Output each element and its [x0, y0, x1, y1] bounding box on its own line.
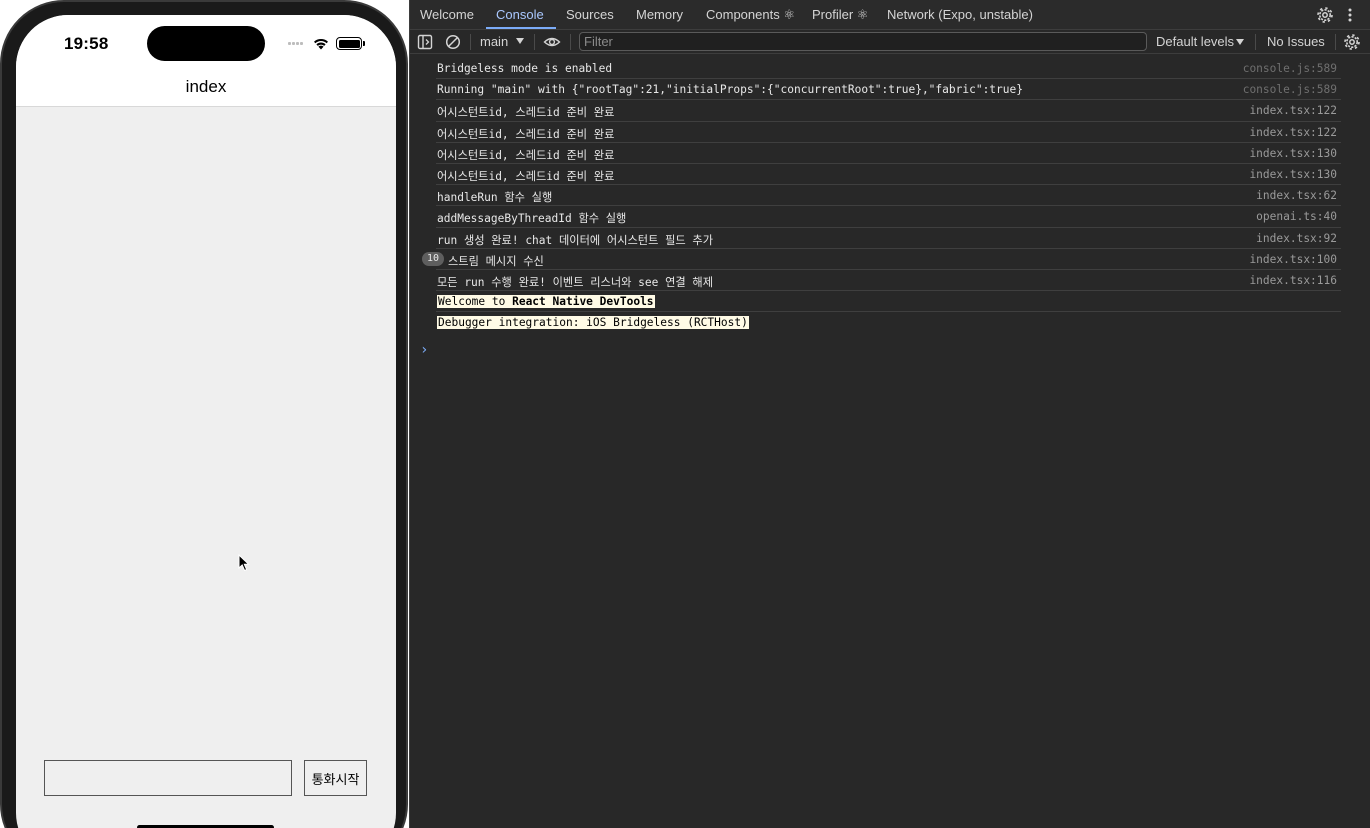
console-log-row: Welcome to React Native DevTools	[436, 291, 1341, 313]
console-prompt-chevron-icon[interactable]: ›	[420, 342, 428, 358]
toolbar-separator	[470, 34, 471, 50]
screen-title: index	[185, 77, 227, 96]
toolbar-separator	[570, 34, 571, 50]
console-log-row: Debugger integration: iOS Bridgeless (RC…	[436, 312, 1341, 333]
start-call-button[interactable]: 통화시작	[304, 760, 367, 796]
active-tab-indicator	[486, 27, 556, 29]
log-source-link[interactable]: index.tsx:92	[1256, 232, 1337, 245]
log-message: Running "main" with {"rootTag":21,"initi…	[437, 83, 1023, 97]
status-icons	[286, 35, 376, 53]
devtools-tabbar: Welcome Console Sources Memory Component…	[410, 0, 1370, 30]
log-source-link[interactable]: openai.ts:40	[1256, 210, 1337, 223]
log-source-link[interactable]: index.tsx:130	[1249, 168, 1337, 181]
tab-memory[interactable]: Memory	[636, 0, 683, 30]
log-source-link[interactable]: console.js:589	[1243, 83, 1337, 96]
chevron-down-icon	[1236, 39, 1244, 45]
settings-gear-icon[interactable]	[1316, 6, 1334, 24]
console-log-row: 어시스턴트id, 스레드id 준비 완료 index.tsx:122	[436, 100, 1341, 122]
console-log-row: addMessageByThreadId 함수 실행 openai.ts:40	[436, 206, 1341, 228]
tab-sources[interactable]: Sources	[566, 0, 614, 30]
devtools-panel: Welcome Console Sources Memory Component…	[409, 0, 1370, 828]
log-message: handleRun 함수 실행	[437, 191, 553, 205]
log-source-link[interactable]: index.tsx:116	[1249, 274, 1337, 287]
log-levels-dropdown[interactable]: Default levels	[1156, 30, 1234, 54]
toolbar-separator	[1335, 34, 1336, 50]
context-selector[interactable]: main	[480, 30, 508, 54]
debugger-integration-message: Debugger integration: iOS Bridgeless (RC…	[437, 316, 749, 330]
log-message: 스트림 메시지 수신	[448, 254, 544, 268]
log-source-link[interactable]: index.tsx:62	[1256, 189, 1337, 202]
console-log-row: Bridgeless mode is enabled console.js:58…	[436, 58, 1341, 80]
status-bar: 19:58	[16, 15, 396, 71]
live-expression-eye-icon[interactable]	[543, 33, 561, 51]
repeat-count-badge: 10	[422, 251, 444, 266]
wifi-icon	[314, 38, 328, 50]
log-source-link[interactable]: index.tsx:122	[1249, 104, 1337, 117]
log-message: addMessageByThreadId 함수 실행	[437, 212, 627, 226]
console-log-row: 어시스턴트id, 스레드id 준비 완료 index.tsx:130	[436, 164, 1341, 186]
chevron-down-icon	[516, 38, 524, 44]
console-settings-gear-icon[interactable]	[1343, 33, 1361, 51]
issues-button[interactable]: No Issues	[1267, 30, 1325, 54]
log-source-link[interactable]: index.tsx:130	[1249, 147, 1337, 160]
welcome-product-name: React Native DevTools	[512, 295, 654, 309]
tab-network[interactable]: Network (Expo, unstable)	[887, 0, 1033, 30]
log-message: 어시스턴트id, 스레드id 준비 완료	[437, 106, 615, 120]
tab-welcome[interactable]: Welcome	[420, 0, 474, 30]
toolbar-separator	[1255, 34, 1256, 50]
console-log-row: Running "main" with {"rootTag":21,"initi…	[436, 79, 1341, 101]
log-message: 어시스턴트id, 스레드id 준비 완료	[437, 127, 615, 141]
console-log-row: 어시스턴트id, 스레드id 준비 완료 index.tsx:122	[436, 122, 1341, 143]
toolbar-separator	[534, 34, 535, 50]
cellular-signal-icon	[288, 41, 306, 45]
log-message: run 생성 완료! chat 데이터에 어시스턴트 필드 추가	[437, 233, 714, 247]
tab-profiler[interactable]: Profiler ⚛	[812, 0, 868, 30]
mouse-cursor-icon	[238, 554, 250, 572]
console-messages: Bridgeless mode is enabled console.js:58…	[410, 58, 1370, 333]
phone-screen: 19:58 index 통화시작	[16, 15, 396, 828]
log-message: 어시스턴트id, 스레드id 준비 완료	[437, 148, 615, 162]
battery-icon	[336, 37, 362, 50]
more-options-icon[interactable]	[1346, 6, 1354, 24]
console-log-row: 모든 run 수행 완료! 이벤트 리스너와 see 연결 해제 index.t…	[436, 270, 1341, 292]
dynamic-island	[147, 26, 265, 61]
console-log-row: 어시스턴트id, 스레드id 준비 완료 index.tsx:130	[436, 143, 1341, 164]
welcome-prefix: Welcome to	[438, 295, 513, 309]
log-source-link[interactable]: index.tsx:122	[1249, 126, 1337, 139]
tab-components[interactable]: Components ⚛	[706, 0, 795, 30]
log-source-link[interactable]: console.js:589	[1243, 62, 1337, 75]
navigation-header: index	[16, 71, 396, 107]
console-log-row: handleRun 함수 실행 index.tsx:62	[436, 185, 1341, 207]
log-message: 어시스턴트id, 스레드id 준비 완료	[437, 169, 615, 183]
message-input[interactable]	[44, 760, 292, 796]
clear-console-icon[interactable]	[444, 33, 462, 51]
welcome-log-message: Welcome to React Native DevTools	[437, 295, 655, 309]
console-log-row: run 생성 완료! chat 데이터에 어시스턴트 필드 추가 index.t…	[436, 228, 1341, 249]
log-message: Bridgeless mode is enabled	[437, 62, 613, 75]
battery-cap	[363, 41, 365, 46]
ios-simulator: 19:58 index 통화시작	[0, 0, 409, 828]
filter-input[interactable]	[579, 32, 1147, 51]
sidebar-toggle-icon[interactable]	[416, 33, 434, 51]
tab-console[interactable]: Console	[496, 0, 544, 30]
log-source-link[interactable]: index.tsx:100	[1249, 253, 1337, 266]
console-toolbar: main Default levels No Issues	[410, 30, 1370, 54]
console-log-row: 10 스트림 메시지 수신 index.tsx:100	[422, 249, 1341, 270]
status-time: 19:58	[64, 34, 109, 53]
log-message: 모든 run 수행 완료! 이벤트 리스너와 see 연결 해제	[437, 275, 714, 289]
phone-frame: 19:58 index 통화시작	[0, 0, 408, 828]
